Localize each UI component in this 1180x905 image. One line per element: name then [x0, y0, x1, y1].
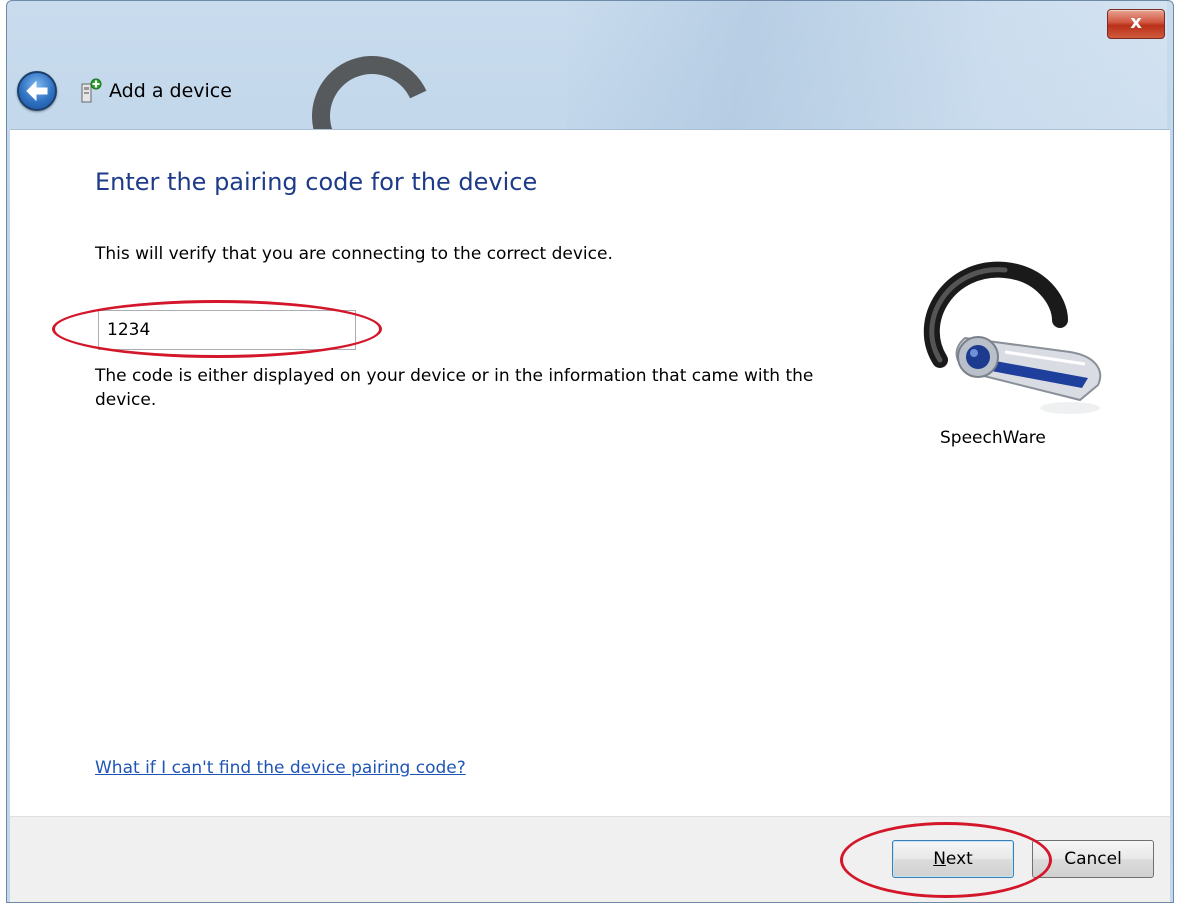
button-bar: Next Cancel — [10, 816, 1170, 902]
next-label: ext — [945, 849, 973, 869]
back-button[interactable] — [17, 71, 57, 111]
next-accelerator: N — [933, 849, 946, 869]
pairing-code-help-link[interactable]: What if I can't find the device pairing … — [95, 758, 466, 778]
cancel-button[interactable]: Cancel — [1032, 840, 1154, 878]
pairing-code-hint: The code is either displayed on your dev… — [95, 366, 814, 410]
device-name-label: SpeechWare — [940, 428, 1046, 448]
glass-background — [567, 1, 1167, 131]
add-device-window: x Add a device Enter the pairing code fo… — [6, 0, 1174, 903]
page-description: This will verify that you are connecting… — [95, 244, 613, 264]
pairing-code-input[interactable] — [98, 310, 356, 350]
back-arrow-icon — [26, 80, 48, 102]
add-device-icon — [79, 78, 103, 104]
title-bar: Add a device — [17, 61, 232, 121]
content-area: Enter the pairing code for the device Th… — [10, 129, 1170, 817]
bluetooth-headset-icon — [910, 260, 1110, 420]
next-button[interactable]: Next — [892, 840, 1014, 878]
page-heading: Enter the pairing code for the device — [95, 168, 538, 196]
window-title: Add a device — [109, 80, 232, 102]
close-button[interactable]: x — [1107, 9, 1165, 39]
